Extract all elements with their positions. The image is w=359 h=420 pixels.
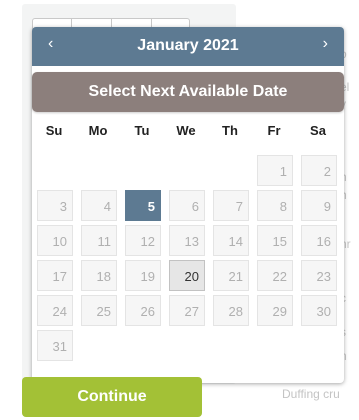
empty-day-cell xyxy=(213,155,249,186)
calendar-day-cell[interactable]: 8 xyxy=(257,190,293,221)
empty-day-cell xyxy=(301,330,337,361)
weekday-label: Th xyxy=(222,123,238,138)
calendar-day-cell[interactable]: 16 xyxy=(301,225,337,256)
calendar-day-cell[interactable]: 27 xyxy=(169,295,205,326)
weekday-label: We xyxy=(176,123,196,138)
empty-day-cell xyxy=(81,155,117,186)
next-month-icon[interactable]: › xyxy=(323,35,328,53)
calendar-day-cell[interactable]: 17 xyxy=(37,260,73,291)
calendar-day-cell[interactable]: 31 xyxy=(37,330,73,361)
calendar-day-cell[interactable]: 25 xyxy=(81,295,117,326)
date-picker-popup: ‹ January 2021 › Select Next Available D… xyxy=(32,27,344,383)
calendar-day-cell[interactable]: 1 xyxy=(257,155,293,186)
weekday-label: Su xyxy=(45,123,63,138)
calendar-day-cell[interactable]: 22 xyxy=(257,260,293,291)
month-title: January 2021 xyxy=(137,37,239,54)
calendar-day-cell[interactable]: 21 xyxy=(213,260,249,291)
calendar-header: ‹ January 2021 › xyxy=(32,27,344,66)
weekday-label: Sa xyxy=(310,123,326,138)
empty-day-cell xyxy=(125,155,161,186)
calendar-day-cell[interactable]: 13 xyxy=(169,225,205,256)
calendar-day-cell[interactable]: 26 xyxy=(125,295,161,326)
empty-day-cell xyxy=(81,330,117,361)
background-bottom-text: Duffing cru xyxy=(282,387,340,401)
calendar-day-cell[interactable]: 19 xyxy=(125,260,161,291)
selected-day-cell[interactable]: 5 xyxy=(125,190,161,221)
calendar-day-cell[interactable]: 24 xyxy=(37,295,73,326)
select-next-available-date-button[interactable]: Select Next Available Date xyxy=(32,72,344,112)
calendar-day-cell[interactable]: 30 xyxy=(301,295,337,326)
empty-day-cell xyxy=(257,330,293,361)
weekday-header-row: Su Mo Tu We Th Fr Sa xyxy=(32,123,344,143)
calendar-day-cell[interactable]: 9 xyxy=(301,190,337,221)
calendar-day-cell[interactable]: 14 xyxy=(213,225,249,256)
weekday-label: Mo xyxy=(88,123,108,138)
calendar-day-cell[interactable]: 11 xyxy=(81,225,117,256)
calendar-day-cell[interactable]: 2 xyxy=(301,155,337,186)
calendar-day-cell[interactable]: 28 xyxy=(213,295,249,326)
today-day-cell[interactable]: 20 xyxy=(169,260,205,291)
calendar-day-cell[interactable]: 3 xyxy=(37,190,73,221)
calendar-day-cell[interactable]: 6 xyxy=(169,190,205,221)
calendar-day-cell[interactable]: 7 xyxy=(213,190,249,221)
calendar-day-cell[interactable]: 10 xyxy=(37,225,73,256)
calendar-day-cell[interactable]: 12 xyxy=(125,225,161,256)
calendar-day-cell[interactable]: 29 xyxy=(257,295,293,326)
calendar-day-cell[interactable]: 15 xyxy=(257,225,293,256)
calendar-day-cell[interactable]: 18 xyxy=(81,260,117,291)
empty-day-cell xyxy=(37,155,73,186)
weekday-label: Fr xyxy=(267,123,281,138)
calendar-day-cell[interactable]: 23 xyxy=(301,260,337,291)
empty-day-cell xyxy=(169,330,205,361)
weekday-label: Tu xyxy=(134,123,150,138)
calendar-day-cell[interactable]: 4 xyxy=(81,190,117,221)
continue-button[interactable]: Continue xyxy=(22,377,202,417)
empty-day-cell xyxy=(169,155,205,186)
empty-day-cell xyxy=(213,330,249,361)
empty-day-cell xyxy=(125,330,161,361)
